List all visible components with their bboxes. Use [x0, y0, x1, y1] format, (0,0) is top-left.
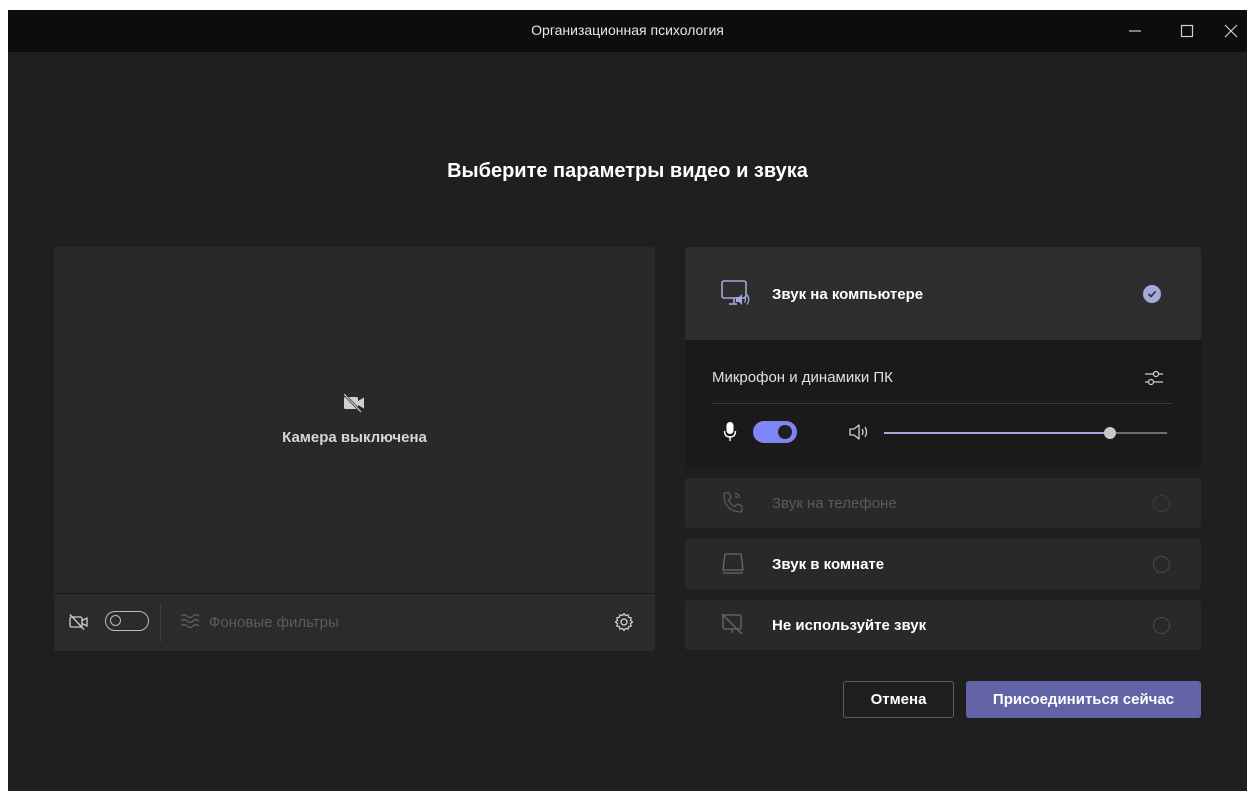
minimize-button[interactable] [1120, 16, 1150, 46]
background-filters-icon [180, 613, 200, 629]
microphone-toggle-knob [778, 425, 792, 439]
computer-audio-icon [721, 280, 750, 305]
volume-slider[interactable] [884, 427, 1167, 439]
cancel-button[interactable]: Отмена [843, 681, 954, 718]
minimize-icon [1129, 30, 1141, 32]
volume-slider-thumb[interactable] [1104, 427, 1117, 439]
audio-option-label: Звук на телефоне [772, 495, 897, 512]
no-audio-icon [721, 613, 743, 635]
audio-option-label: Звук на компьютере [772, 286, 924, 303]
microphone-icon [723, 422, 737, 441]
audio-option-none[interactable]: Не используйте звук [685, 600, 1201, 650]
camera-off-small-icon [69, 614, 88, 630]
camera-toggle[interactable] [105, 611, 149, 631]
audio-option-room-radio[interactable] [1153, 556, 1170, 573]
close-icon [1224, 24, 1238, 38]
phone-audio-icon [723, 492, 743, 513]
camera-off-text: Камера выключена [282, 429, 427, 446]
window-title: Организационная психология [531, 22, 724, 38]
volume-slider-fill [884, 432, 1111, 434]
join-now-button[interactable]: Присоединиться сейчас [966, 681, 1201, 718]
maximize-button[interactable] [1172, 16, 1202, 46]
audio-option-phone: Звук на телефоне [685, 478, 1201, 528]
audio-option-computer: Звук на компьютере Микрофон и динамики П… [685, 247, 1201, 468]
maximize-icon [1180, 24, 1194, 38]
title-bar: Организационная психология [8, 10, 1247, 52]
background-filters-label: Фоновые фильтры [209, 614, 339, 631]
selected-check-icon [1143, 285, 1161, 303]
audio-option-none-radio[interactable] [1153, 617, 1170, 634]
room-audio-icon [722, 553, 744, 574]
speaker-icon [849, 424, 868, 440]
video-toolbar: Фоновые фильтры [54, 593, 655, 651]
audio-device-name: Микрофон и динамики ПК [712, 369, 893, 386]
page-heading: Выберите параметры видео и звука [447, 160, 808, 182]
device-divider [712, 403, 1172, 404]
close-button[interactable] [1216, 16, 1246, 46]
camera-off-icon [343, 393, 364, 413]
device-settings-icon[interactable] [1143, 367, 1165, 389]
camera-toggle-knob [110, 615, 121, 626]
audio-option-computer-header[interactable]: Звук на компьютере [685, 247, 1201, 340]
pre-join-window: Организационная психология Выберите пара… [8, 10, 1247, 791]
gear-icon[interactable] [614, 612, 634, 632]
audio-option-label: Не используйте звук [772, 617, 927, 634]
audio-option-label: Звук в комнате [772, 556, 885, 573]
microphone-toggle[interactable] [753, 421, 797, 443]
audio-option-room[interactable]: Звук в комнате [685, 539, 1201, 589]
audio-option-phone-radio [1153, 495, 1170, 512]
toolbar-divider [160, 604, 161, 642]
video-preview-panel: Камера выключена Фоновые фильтры [54, 247, 655, 651]
